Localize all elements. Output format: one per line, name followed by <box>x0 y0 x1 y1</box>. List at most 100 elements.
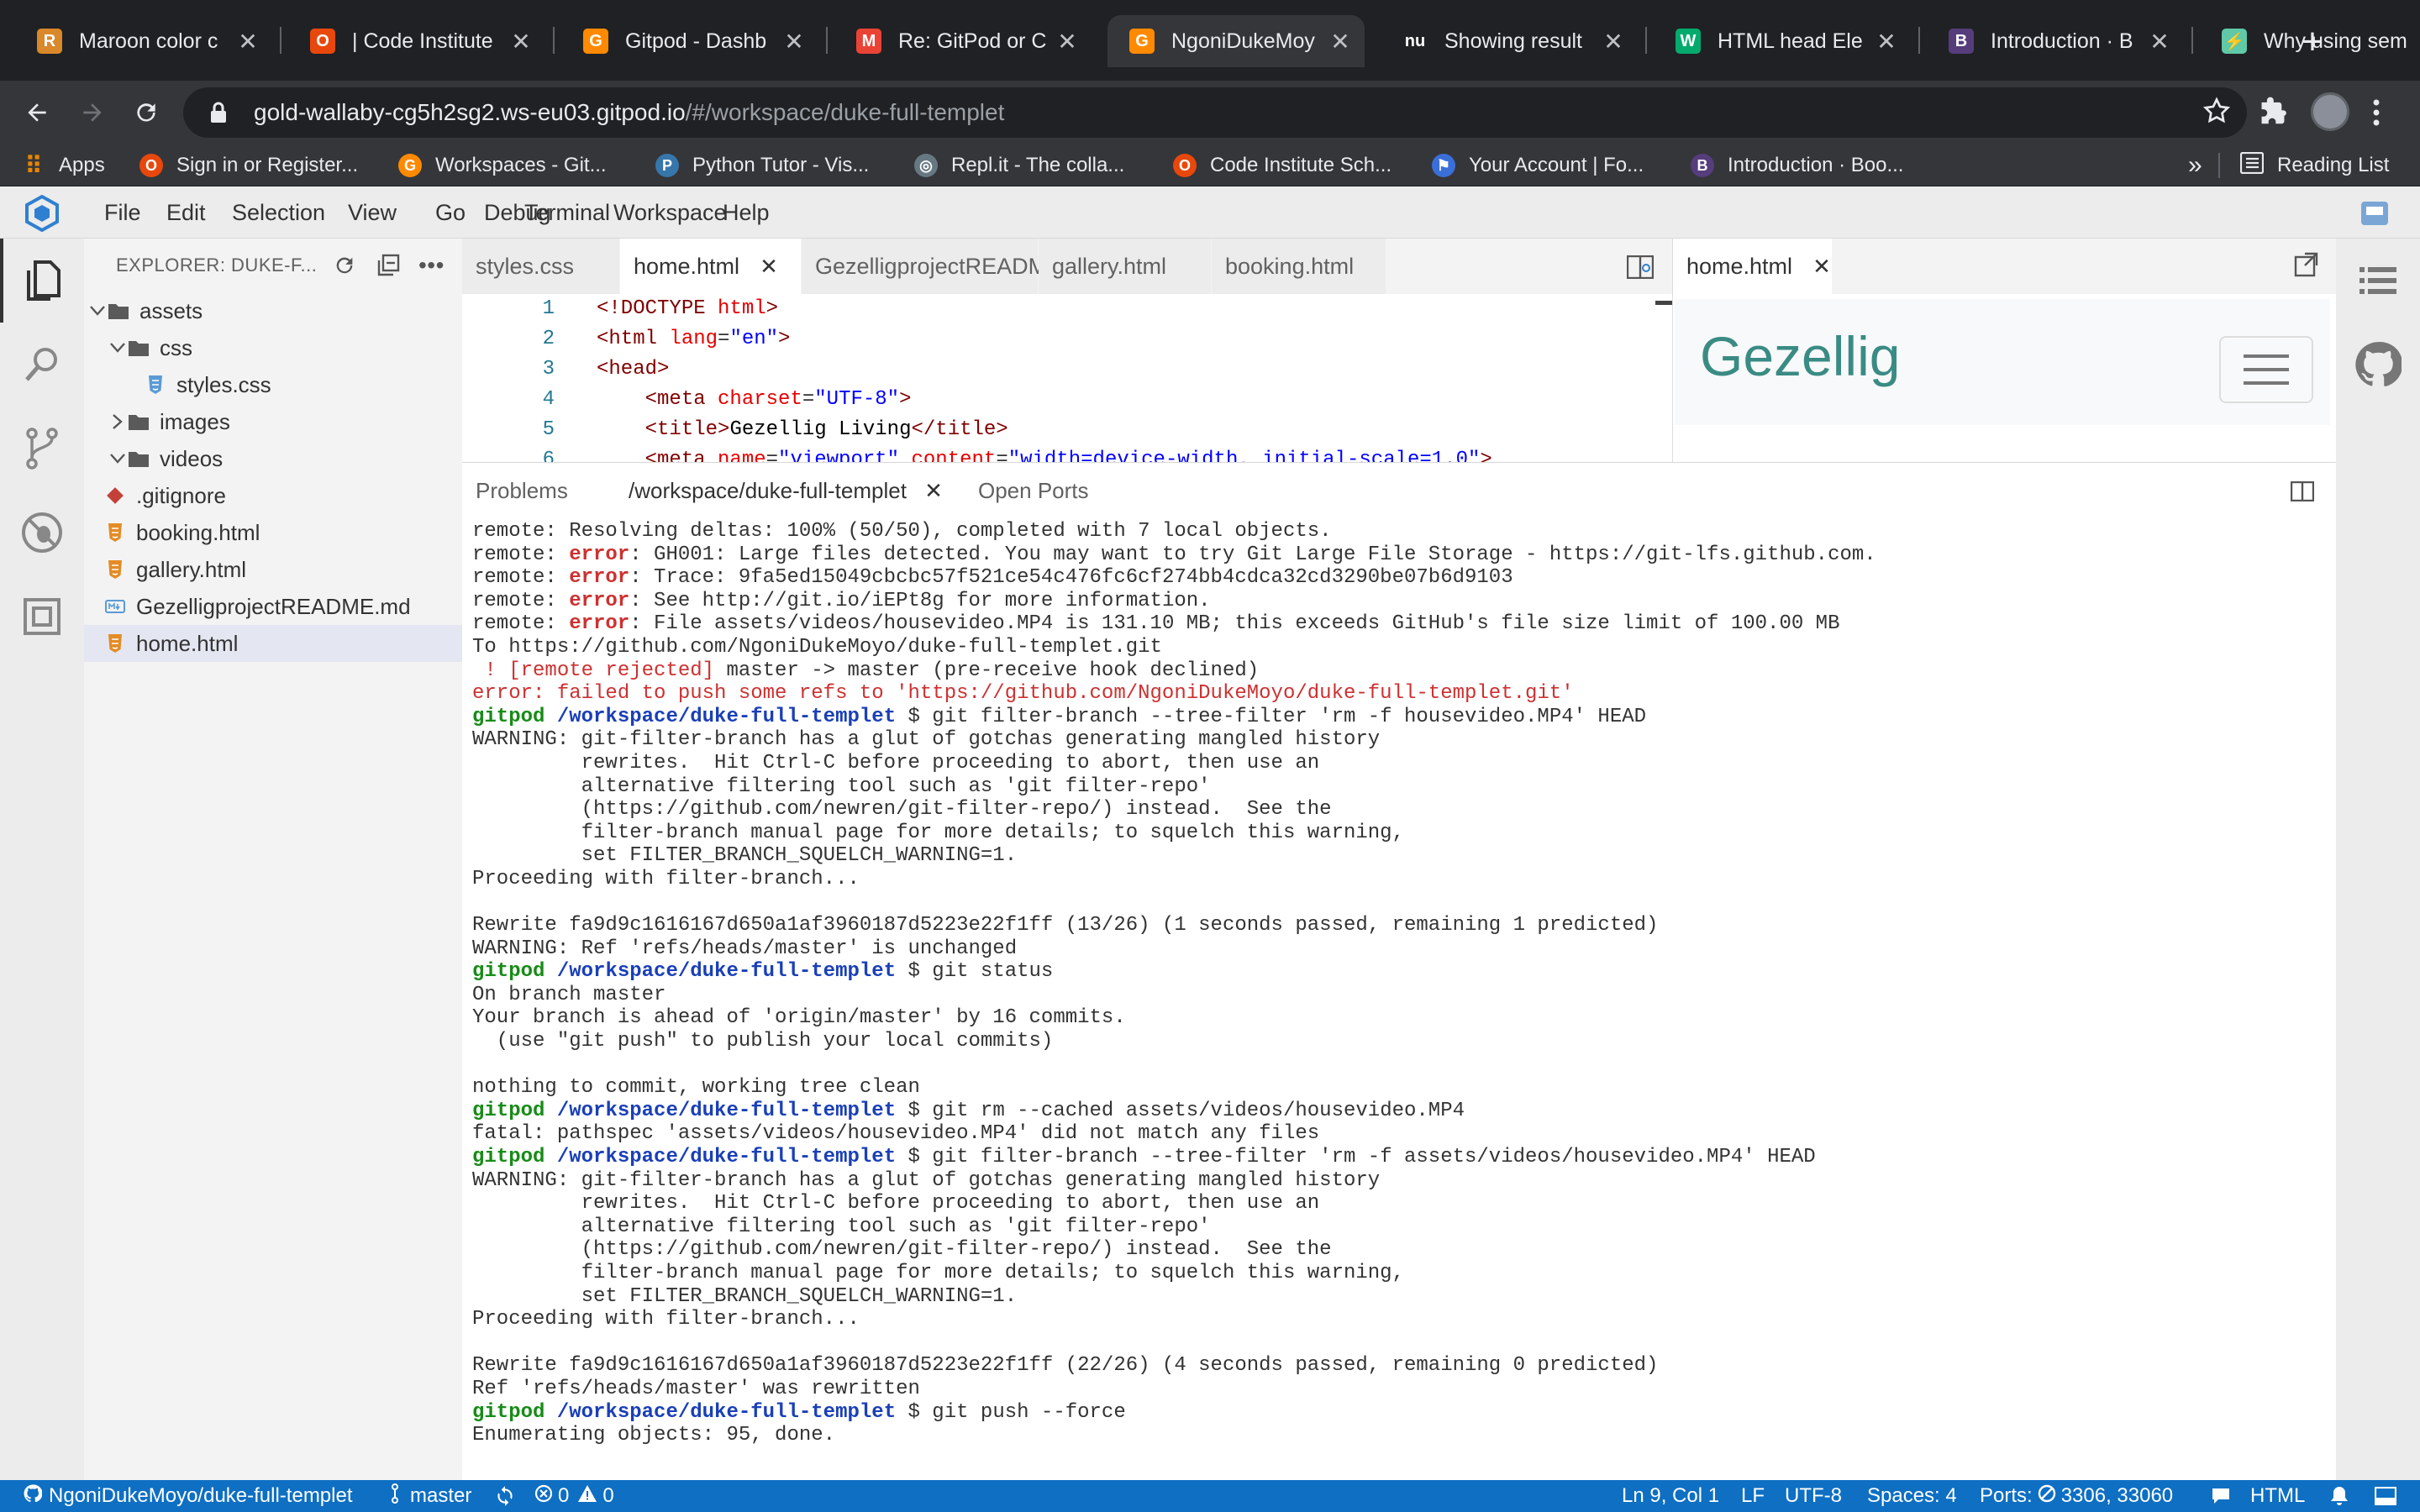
bookmark-item[interactable]: B Introduction · Boo... <box>1691 144 1903 186</box>
panel-tab[interactable]: Problems <box>476 463 568 518</box>
file-row[interactable]: GezelligprojectREADME.md <box>84 588 462 625</box>
extensions-activity-button[interactable] <box>0 575 84 659</box>
ports-status-item[interactable]: Ports: 3306, 33060 <box>1980 1480 2173 1512</box>
debug-activity-button[interactable] <box>0 491 84 575</box>
bookmark-item[interactable]: G Workspaces - Git... <box>398 144 607 186</box>
language-mode[interactable]: HTML <box>2250 1480 2305 1512</box>
reload-button[interactable] <box>121 81 171 144</box>
editor-tab[interactable]: gallery.html <box>1039 239 1212 294</box>
new-tab-button[interactable]: + <box>2292 18 2333 66</box>
more-actions-icon[interactable]: ••• <box>418 252 445 279</box>
folder-row[interactable]: assets <box>84 292 462 329</box>
tab-close-icon[interactable]: ✕ <box>508 29 534 55</box>
sync-icon[interactable] <box>494 1480 516 1512</box>
tab-close-icon[interactable]: ✕ <box>1055 29 1080 55</box>
browser-tab[interactable]: nu Showing result ✕ <box>1381 15 1638 67</box>
folder-row[interactable]: images <box>84 403 462 440</box>
tab-close-icon[interactable]: ✕ <box>1874 29 1899 55</box>
bookmark-item[interactable]: O Code Institute Sch... <box>1173 144 1392 186</box>
browser-tab[interactable]: G NgoniDukeMoy ✕ <box>1107 15 1365 67</box>
chevron-down-icon[interactable] <box>108 453 128 465</box>
browser-tab[interactable]: M Re: GitPod or C ✕ <box>834 15 1092 67</box>
github-view-button[interactable] <box>2336 323 2420 407</box>
maximize-panel-icon[interactable] <box>2290 480 2315 506</box>
tab-close-icon[interactable]: ✕ <box>781 29 807 55</box>
code-editor[interactable]: 1 <!DOCTYPE html> 2 <html lang="en"> 3 <head>… <box>462 294 1672 462</box>
preview-tab[interactable]: home.html ✕ <box>1673 239 1833 294</box>
bookmark-item[interactable]: P Python Tutor - Vis... <box>655 144 869 186</box>
chevron-down-icon[interactable] <box>87 305 108 317</box>
outline-view-button[interactable] <box>2336 239 2420 323</box>
browser-tab[interactable]: W HTML head Ele ✕ <box>1654 15 1911 67</box>
browser-tab[interactable]: O | Code Institute ✕ <box>288 15 545 67</box>
open-in-new-window-icon[interactable] <box>2293 252 2318 281</box>
terminal-output[interactable]: remote: Resolving deltas: 100% (50/50), … <box>472 520 2329 1469</box>
hamburger-menu-icon[interactable] <box>2219 336 2313 403</box>
editor-tab[interactable]: home.html ✕ <box>620 239 802 294</box>
bookmark-item[interactable]: ⠿ Apps <box>22 144 105 186</box>
open-preview-icon[interactable] <box>1626 255 1655 283</box>
eol-status[interactable]: LF <box>1741 1480 1765 1512</box>
bookmark-item[interactable]: ⚑ Your Account | Fo... <box>1432 144 1644 186</box>
back-button[interactable] <box>12 81 62 144</box>
tab-close-icon[interactable]: ✕ <box>235 29 260 55</box>
menu-selection[interactable]: Selection <box>232 186 325 239</box>
menu-file[interactable]: File <box>104 186 141 239</box>
browser-tab[interactable]: G Gitpod - Dashb ✕ <box>561 15 818 67</box>
editor-tab[interactable]: booking.html <box>1212 239 1386 294</box>
search-activity-button[interactable] <box>0 323 84 407</box>
chevron-down-icon[interactable] <box>108 342 128 354</box>
address-bar[interactable]: gold-wallaby-cg5h2sg2.ws-eu03.gitpod.io/… <box>183 87 2247 138</box>
reading-list-button[interactable]: Reading List <box>2239 144 2389 186</box>
editor-tab[interactable]: GezelligprojectREADME.md <box>802 239 1100 294</box>
file-row[interactable]: booking.html <box>84 514 462 551</box>
file-row[interactable]: gallery.html <box>84 551 462 588</box>
settings-sync-icon[interactable] <box>2358 197 2391 234</box>
close-icon[interactable]: ✕ <box>918 478 943 503</box>
menu-edit[interactable]: Edit <box>166 186 206 239</box>
panel-tab[interactable]: /workspace/duke-full-templet ✕ <box>629 463 943 518</box>
editor-tab[interactable]: styles.css <box>462 239 620 294</box>
branch-status-item[interactable]: master <box>392 1480 471 1512</box>
feedback-icon[interactable] <box>2210 1480 2232 1512</box>
notifications-bell-icon[interactable] <box>2329 1480 2349 1512</box>
file-row[interactable]: home.html <box>84 625 462 662</box>
bookmarks-overflow-button[interactable]: » <box>2188 144 2202 186</box>
bookmark-star-icon[interactable] <box>2202 96 2232 130</box>
refresh-icon[interactable] <box>333 254 356 282</box>
menu-terminal[interactable]: Terminal <box>524 186 610 239</box>
panel-tab[interactable]: Open Ports <box>978 463 1089 518</box>
menu-view[interactable]: View <box>348 186 397 239</box>
chevron-right-icon[interactable] <box>108 413 128 430</box>
browser-tab[interactable]: R Maroon color c ✕ <box>15 15 272 67</box>
close-icon[interactable]: ✕ <box>760 254 778 280</box>
cursor-position[interactable]: Ln 9, Col 1 <box>1622 1480 1719 1512</box>
browser-tab[interactable]: B Introduction · B ✕ <box>1927 15 2184 67</box>
file-row[interactable]: styles.css <box>84 366 462 403</box>
tab-close-icon[interactable]: ✕ <box>1328 29 1353 55</box>
menu-go[interactable]: Go <box>435 186 466 239</box>
bookmark-item[interactable]: ◎ Repl.it - The colla... <box>914 144 1124 186</box>
folder-row[interactable]: videos <box>84 440 462 477</box>
profile-avatar[interactable] <box>2311 92 2349 131</box>
toggle-panel-icon[interactable] <box>2375 1480 2396 1512</box>
folder-row[interactable]: css <box>84 329 462 366</box>
encoding-status[interactable]: UTF-8 <box>1785 1480 1842 1512</box>
menu-help[interactable]: Help <box>723 186 770 239</box>
browser-menu-icon[interactable] <box>2371 97 2381 132</box>
tab-close-icon[interactable]: ✕ <box>1601 29 1626 55</box>
source-control-activity-button[interactable] <box>0 407 84 491</box>
scrollbar-thumb[interactable] <box>1655 301 1672 305</box>
indent-status[interactable]: Spaces: 4 <box>1867 1480 1957 1512</box>
menu-workspace[interactable]: Workspace <box>613 186 727 239</box>
repo-status-item[interactable]: NgoniDukeMoyo/duke-full-templet <box>24 1480 353 1512</box>
collapse-all-icon[interactable] <box>376 254 400 282</box>
forward-button[interactable] <box>67 81 118 144</box>
explorer-activity-button[interactable] <box>0 239 84 323</box>
extensions-icon[interactable] <box>2257 96 2289 132</box>
problems-status-item[interactable]: 0 0 <box>534 1480 614 1512</box>
site-brand[interactable]: Gezellig <box>1700 324 1900 388</box>
tab-close-icon[interactable]: ✕ <box>2147 29 2172 55</box>
file-row[interactable]: .gitignore <box>84 477 462 514</box>
close-icon[interactable]: ✕ <box>1812 254 1831 280</box>
